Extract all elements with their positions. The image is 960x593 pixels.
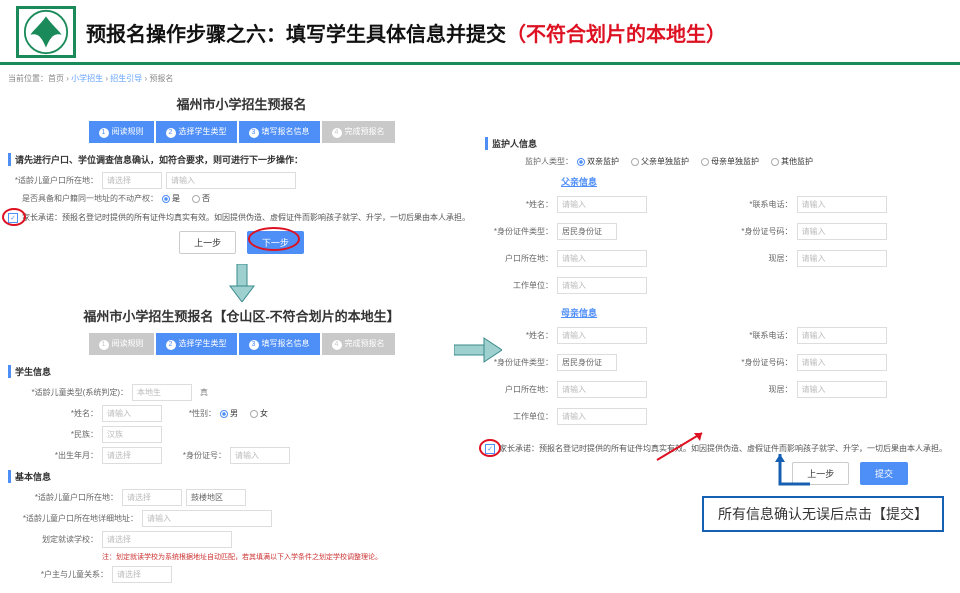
m-addr-lbl: 现居： xyxy=(725,384,793,395)
m-addr-input[interactable]: 请输入 xyxy=(797,381,887,398)
m-tel-input[interactable]: 请输入 xyxy=(797,327,887,344)
f-idtype-lbl: *身份证件类型： xyxy=(485,226,553,237)
radio-female[interactable]: 女 xyxy=(250,408,268,419)
breadcrumb: 当前位置：首页 › 小学招生 › 招生引导 › 预报名 xyxy=(8,71,475,90)
name-input[interactable]: 请输入 xyxy=(102,405,162,422)
radio-g4[interactable]: 其他监护 xyxy=(771,156,813,167)
school-logo xyxy=(16,6,76,58)
hukou-select[interactable]: 请选择 xyxy=(102,172,162,189)
page-title: 预报名操作步骤之六：填写学生具体信息并提交（不符合划片的本地生） xyxy=(86,18,726,47)
progress-steps: 1阅读规则 2选择学生类型 3填写报名信息 4完成预报名 xyxy=(8,121,475,143)
m-work-lbl: 工作单位： xyxy=(485,411,553,422)
f-hk-input[interactable]: 请输入 xyxy=(557,250,647,267)
rel-label: *户主与儿童关系： xyxy=(8,569,108,580)
m-idnum-lbl: *身份证号码： xyxy=(725,357,793,368)
hkdet-label: *适龄儿童户口所在地详细地址： xyxy=(8,513,138,524)
name-label: *姓名： xyxy=(8,408,98,419)
confirm-section-head: 请先进行户口、学位调查信息确认，如符合要求，则可进行下一步操作： xyxy=(8,153,475,166)
submit-button[interactable]: 提交 xyxy=(860,462,908,485)
multi-label: 是否具备和户籍同一地址的不动产权： xyxy=(8,193,158,204)
m-name-input[interactable]: 请输入 xyxy=(557,327,647,344)
panel2-title: 福州市小学招生预报名【仓山区-不符合划片的本地生】 xyxy=(8,306,475,325)
callout-arrow-icon xyxy=(652,425,712,468)
radio-yes[interactable]: 是 xyxy=(162,193,180,204)
sex-label: *性别： xyxy=(166,408,216,419)
f-name-lbl: *姓名： xyxy=(485,199,553,210)
panel1-title: 福州市小学招生预报名 xyxy=(8,94,475,113)
f-idtype-sel[interactable]: 居民身份证 xyxy=(557,223,617,240)
m-idtype-sel[interactable]: 居民身份证 xyxy=(557,354,617,371)
radio-g2[interactable]: 父亲单独监护 xyxy=(631,156,689,167)
f-tel-input[interactable]: 请输入 xyxy=(797,196,887,213)
hkdet-input[interactable]: 请输入 xyxy=(142,510,272,527)
callout-connector xyxy=(740,454,820,502)
f-idnum-input[interactable]: 请输入 xyxy=(797,223,887,240)
basic-section: 基本信息 xyxy=(8,470,475,483)
idno-label: *身份证号： xyxy=(166,450,226,461)
f-work-lbl: 工作单位： xyxy=(485,280,553,291)
f-addr-lbl: 现居： xyxy=(725,253,793,264)
birth-input[interactable]: 请选择 xyxy=(102,447,162,464)
gtype-label: 监护人类型： xyxy=(505,156,573,167)
hukou-input[interactable]: 请输入 xyxy=(166,172,296,189)
radio-g3[interactable]: 母亲单独监护 xyxy=(701,156,759,167)
nation-label: *民族： xyxy=(8,429,98,440)
f-idnum-lbl: *身份证号码： xyxy=(725,226,793,237)
hukou-label: *适龄儿童户口所在地： xyxy=(8,175,98,186)
birth-label: *出生年月： xyxy=(8,450,98,461)
hk2-area: 鼓楼地区 xyxy=(186,489,246,506)
radio-g1[interactable]: 双亲监护 xyxy=(577,156,619,167)
progress-steps-2: 1阅读规则 2选择学生类型 3填写报名信息 4完成预报名 xyxy=(8,333,475,355)
f-addr-input[interactable]: 请输入 xyxy=(797,250,887,267)
confirm-text-2: 家长承诺：预报名登记时提供的所有证件均真实有效。如因提供伪造、虚假证件而影响孩子… xyxy=(499,443,947,454)
father-subhead: 父亲信息 xyxy=(561,175,952,188)
nation-select[interactable]: 汉族 xyxy=(102,426,162,443)
m-work-input[interactable]: 请输入 xyxy=(557,408,647,425)
guardian-section: 监护人信息 xyxy=(485,137,952,150)
m-hk-input[interactable]: 请输入 xyxy=(557,381,647,398)
school-note: 注：划定就读学校为系统根据地址自动匹配，若其填满以下入学条件之划定学校调整理论。 xyxy=(102,552,475,562)
f-name-input[interactable]: 请输入 xyxy=(557,196,647,213)
hk2-select[interactable]: 请选择 xyxy=(122,489,182,506)
m-idnum-input[interactable]: 请输入 xyxy=(797,354,887,371)
f-work-input[interactable]: 请输入 xyxy=(557,277,647,294)
confirm-text: 家长承诺：预报名登记时提供的所有证件均真实有效。如因提供伪造、虚假证件而影响孩子… xyxy=(22,212,470,223)
prev-button[interactable]: 上一步 xyxy=(179,231,236,254)
m-hk-lbl: 户口所在地： xyxy=(485,384,553,395)
radio-male[interactable]: 男 xyxy=(220,408,238,419)
f-hk-lbl: 户口所在地： xyxy=(485,253,553,264)
idno-input[interactable]: 请输入 xyxy=(230,447,290,464)
highlight-circle-2 xyxy=(479,439,501,457)
rel-select[interactable]: 请选择 xyxy=(112,566,172,583)
mother-subhead: 母亲信息 xyxy=(561,306,952,319)
f-tel-lbl: *联系电话： xyxy=(725,199,793,210)
arrow-right-icon xyxy=(454,336,502,367)
highlight-circle-1 xyxy=(2,208,26,226)
radio-no[interactable]: 否 xyxy=(192,193,210,204)
type-label: *适龄儿童类型(系统判定)： xyxy=(8,387,128,398)
student-section: 学生信息 xyxy=(8,365,475,378)
type-value: 本地生 xyxy=(132,384,192,401)
m-tel-lbl: *联系电话： xyxy=(725,330,793,341)
arrow-down-icon xyxy=(228,264,256,302)
type-zhen: 真 xyxy=(200,387,208,398)
hk2-label: *适龄儿童户口所在地： xyxy=(8,492,118,503)
callout-box: 所有信息确认无误后点击【提交】 xyxy=(702,496,944,532)
highlight-circle-next xyxy=(248,227,300,251)
